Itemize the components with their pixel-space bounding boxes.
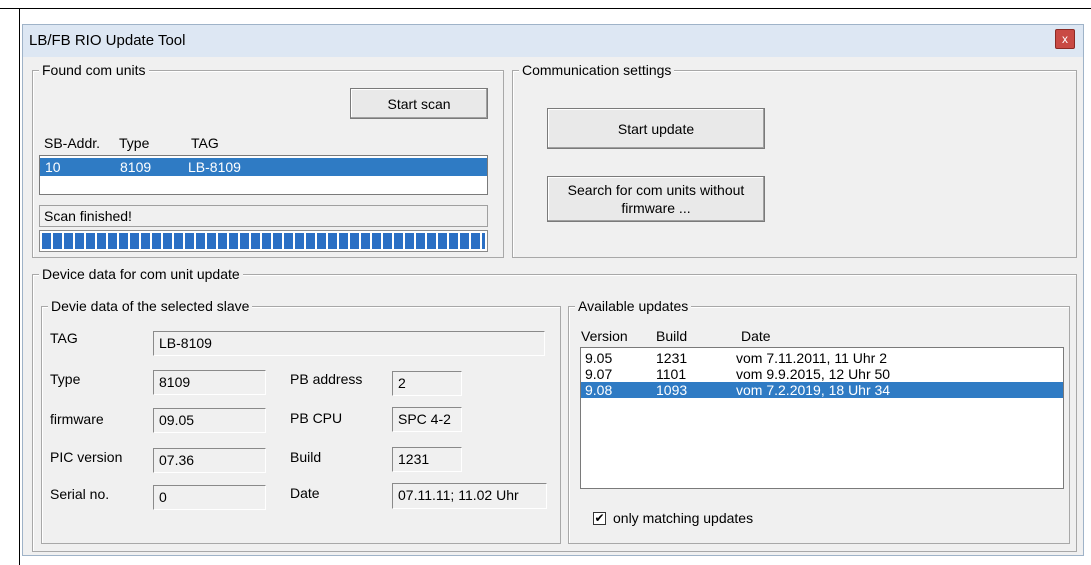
tag-field[interactable]: LB-8109 bbox=[153, 331, 545, 356]
found-com-units-legend: Found com units bbox=[39, 62, 149, 78]
update-build: 1101 bbox=[656, 366, 687, 382]
type-field[interactable]: 8109 bbox=[153, 370, 266, 395]
list-item-type: 8109 bbox=[120, 159, 152, 175]
found-com-units-group: Found com units Start scan SB-Addr. Type… bbox=[32, 62, 504, 258]
search-without-firmware-label-line1: Search for com units without bbox=[567, 182, 745, 198]
start-update-button[interactable]: Start update bbox=[547, 108, 765, 149]
only-matching-checkbox[interactable]: ✔ bbox=[593, 512, 606, 525]
updates-list[interactable]: 9.05 1231 vom 7.11.2011, 11 Uhr 2 9.07 1… bbox=[580, 347, 1064, 489]
window-title: LB/FB RIO Update Tool bbox=[29, 32, 186, 49]
column-header-build: Build bbox=[656, 328, 688, 344]
tag-label: TAG bbox=[50, 330, 78, 346]
update-date: vom 9.9.2015, 12 Uhr 50 bbox=[736, 366, 891, 382]
update-version: 9.05 bbox=[585, 350, 613, 366]
pb-cpu-field[interactable]: SPC 4-2 bbox=[392, 407, 462, 432]
column-header-date: Date bbox=[741, 328, 771, 344]
update-build: 1231 bbox=[656, 350, 688, 366]
close-icon: x bbox=[1062, 32, 1068, 46]
communication-settings-group: Communication settings Start update Sear… bbox=[512, 62, 1077, 258]
device-data-group: Device data for com unit update Devie da… bbox=[32, 266, 1077, 552]
update-build: 1093 bbox=[656, 382, 688, 398]
build-field[interactable]: 1231 bbox=[392, 447, 462, 472]
search-without-firmware-button[interactable]: Search for com units without firmware ..… bbox=[547, 176, 765, 222]
build-label: Build bbox=[290, 449, 322, 465]
scan-status: Scan finished! bbox=[39, 205, 488, 227]
update-version: 9.08 bbox=[585, 382, 613, 398]
serial-no-label: Serial no. bbox=[50, 486, 110, 502]
communication-settings-legend: Communication settings bbox=[519, 62, 675, 78]
pic-version-field[interactable]: 07.36 bbox=[153, 448, 266, 473]
device-data-legend: Device data for com unit update bbox=[39, 266, 243, 282]
list-item[interactable]: 9.05 1231 vom 7.11.2011, 11 Uhr 2 bbox=[581, 350, 1063, 366]
available-updates-group: Available updates Version Build Date 9.0… bbox=[568, 298, 1070, 544]
list-item[interactable]: 9.07 1101 vom 9.9.2015, 12 Uhr 50 bbox=[581, 366, 1063, 382]
only-matching-label[interactable]: only matching updates bbox=[613, 509, 753, 527]
slave-data-legend: Devie data of the selected slave bbox=[48, 298, 253, 314]
pb-cpu-label: PB CPU bbox=[290, 410, 343, 426]
close-button[interactable]: x bbox=[1055, 29, 1075, 49]
list-item[interactable]: 9.08 1093 vom 7.2.2019, 18 Uhr 34 bbox=[581, 382, 1063, 398]
type-label: Type bbox=[50, 371, 81, 387]
title-bar: LB/FB RIO Update Tool x bbox=[23, 25, 1083, 57]
search-without-firmware-label-line2: firmware ... bbox=[621, 200, 691, 216]
column-header-type: Type bbox=[119, 135, 150, 151]
scan-progress-bar bbox=[39, 230, 488, 252]
update-date: vom 7.11.2011, 11 Uhr 2 bbox=[736, 350, 887, 366]
date-field[interactable]: 07.11.11; 11.02 Uhr bbox=[392, 483, 547, 509]
scan-progress-fill bbox=[42, 233, 485, 249]
column-header-version: Version bbox=[581, 328, 628, 344]
list-item-addr: 10 bbox=[45, 159, 61, 175]
date-label: Date bbox=[290, 485, 320, 501]
pic-version-label: PIC version bbox=[50, 449, 123, 465]
column-header-sb-addr: SB-Addr. bbox=[44, 135, 101, 151]
pb-address-field[interactable]: 2 bbox=[392, 371, 462, 396]
list-item[interactable]: 10 8109 LB-8109 bbox=[40, 158, 487, 176]
list-item-tag: LB-8109 bbox=[188, 159, 241, 175]
update-date: vom 7.2.2019, 18 Uhr 34 bbox=[736, 382, 891, 398]
available-updates-legend: Available updates bbox=[575, 298, 692, 314]
column-header-tag: TAG bbox=[191, 135, 219, 151]
page-frame-left bbox=[19, 8, 20, 565]
firmware-label: firmware bbox=[50, 411, 104, 427]
app-window: LB/FB RIO Update Tool x Found com units … bbox=[22, 24, 1084, 556]
serial-no-field[interactable]: 0 bbox=[153, 485, 266, 510]
start-scan-button[interactable]: Start scan bbox=[350, 88, 488, 119]
update-version: 9.07 bbox=[585, 366, 613, 382]
slave-data-group: Devie data of the selected slave TAG LB-… bbox=[41, 298, 561, 544]
pb-address-label: PB address bbox=[290, 371, 363, 387]
page-frame-top bbox=[0, 8, 1091, 9]
checkmark-icon: ✔ bbox=[594, 511, 605, 525]
firmware-field[interactable]: 09.05 bbox=[153, 408, 266, 433]
com-units-list[interactable]: 10 8109 LB-8109 bbox=[39, 155, 488, 195]
